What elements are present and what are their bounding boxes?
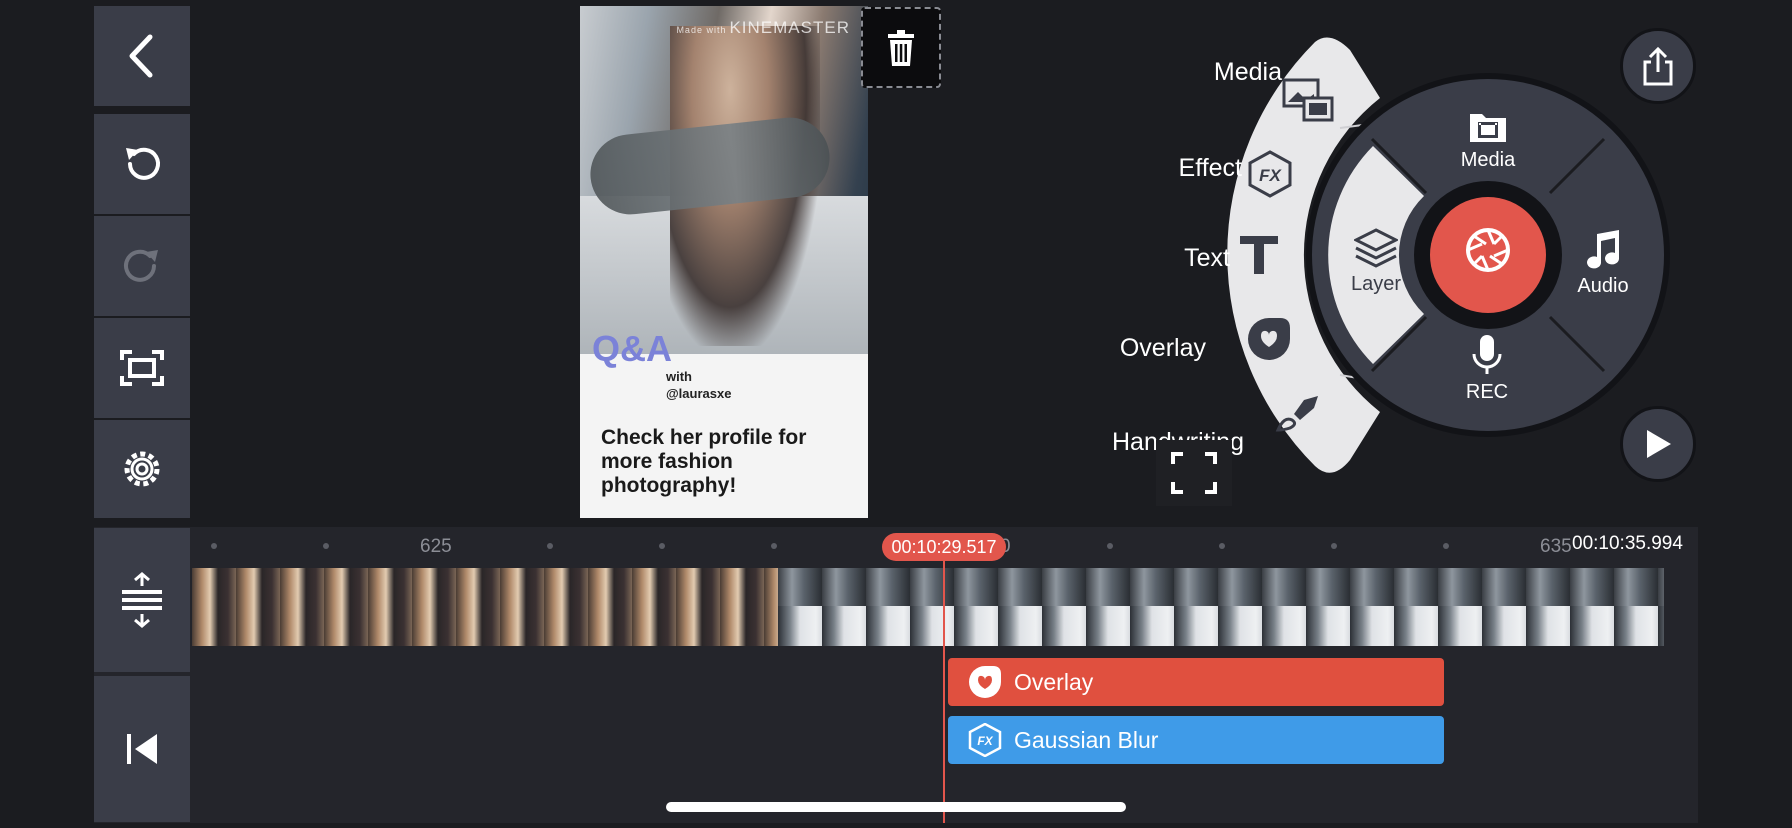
camera-shutter-icon [1466, 228, 1510, 272]
share-button[interactable] [1620, 28, 1696, 104]
settings-button[interactable] [94, 420, 190, 518]
home-indicator[interactable] [666, 802, 1126, 812]
menu-label-overlay[interactable]: Overlay [1074, 334, 1206, 363]
wheel-audio-button[interactable]: Audio [1568, 228, 1638, 298]
wheel-media-label: Media [1460, 149, 1516, 171]
wheel-layer-button[interactable]: Layer [1338, 228, 1414, 296]
delete-button[interactable] [861, 7, 941, 88]
undo-icon [126, 147, 160, 180]
sticker-icon [968, 665, 1002, 699]
music-note-icon [1587, 230, 1620, 269]
wheel-media-button[interactable]: Media [1452, 110, 1524, 172]
layers-icon [1352, 228, 1400, 268]
gaussian-blur-label: Gaussian Blur [1014, 726, 1159, 753]
ruler-tick [771, 543, 777, 549]
overlay-layer[interactable]: Overlay [948, 658, 1444, 706]
ruler-tick [1443, 543, 1449, 549]
ruler-tick [547, 543, 553, 549]
current-time: 00:10:29.517 [882, 533, 1006, 561]
ruler-label: 635 [1540, 536, 1572, 557]
video-clip[interactable] [778, 568, 1664, 646]
preview-caption-card: Q&A with @laurasxe Check her profile for… [580, 331, 868, 518]
qa-title: Q&A [592, 328, 672, 369]
expand-tracks-icon [122, 572, 162, 628]
video-preview[interactable]: Made with KINEMASTER Q&A with @laurasxe C… [580, 6, 868, 518]
media-library-icon[interactable] [1282, 78, 1336, 124]
video-clip[interactable] [192, 568, 778, 646]
preview-photo [580, 6, 868, 356]
wheel-rec-label: REC [1465, 381, 1509, 403]
jump-to-start-button[interactable] [94, 676, 190, 822]
kinemaster-watermark: Made with KINEMASTER [676, 18, 850, 37]
sticker-icon[interactable] [1246, 316, 1292, 362]
brush-icon[interactable] [1274, 394, 1324, 434]
media-folder-icon [1470, 114, 1506, 142]
crop-button[interactable] [94, 318, 190, 418]
gaussian-blur-layer[interactable]: FX Gaussian Blur [948, 716, 1444, 764]
caption-text: Check her profile for more fashion photo… [601, 426, 807, 497]
playhead[interactable] [943, 545, 945, 823]
undo-button[interactable] [94, 114, 190, 214]
end-time: 00:10:35.994 [1572, 533, 1683, 554]
ruler-tick [1219, 543, 1225, 549]
redo-button[interactable] [94, 216, 190, 316]
svg-text:FX: FX [977, 734, 993, 748]
wheel-layer-label: Layer [1350, 273, 1402, 295]
trash-icon [888, 29, 914, 66]
fullscreen-button[interactable] [1156, 440, 1232, 506]
jump-to-start-icon [127, 734, 157, 764]
crop-icon [120, 350, 164, 386]
camera-capture-button[interactable] [1460, 222, 1516, 278]
ruler-tick [323, 543, 329, 549]
expand-tracks-button[interactable] [94, 528, 190, 672]
wheel-audio-label: Audio [1577, 275, 1629, 297]
fullscreen-icon [1171, 452, 1217, 494]
fx-icon: FX [968, 723, 1002, 757]
back-button[interactable] [94, 6, 190, 106]
back-icon [129, 34, 153, 78]
ruler-tick [1107, 543, 1113, 549]
wheel-rec-button[interactable]: REC [1452, 334, 1522, 404]
fx-icon[interactable]: FX [1246, 150, 1294, 198]
menu-label-text[interactable]: Text [1098, 244, 1230, 273]
microphone-icon [1472, 335, 1502, 374]
overlay-layer-label: Overlay [1014, 668, 1094, 695]
ruler-tick [1331, 543, 1337, 549]
menu-label-effect[interactable]: Effect [1110, 154, 1242, 183]
ruler-tick [659, 543, 665, 549]
play-icon [1647, 430, 1671, 458]
ruler-tick [211, 543, 217, 549]
settings-icon [124, 451, 160, 487]
share-icon [1643, 46, 1673, 86]
ruler-label: 625 [420, 536, 452, 557]
redo-icon [124, 249, 158, 282]
svg-text:FX: FX [1259, 166, 1282, 185]
with-handle: with @laurasxe [666, 369, 732, 401]
play-button[interactable] [1620, 406, 1696, 482]
menu-label-media[interactable]: Media [1150, 58, 1282, 87]
text-icon[interactable] [1236, 232, 1282, 278]
